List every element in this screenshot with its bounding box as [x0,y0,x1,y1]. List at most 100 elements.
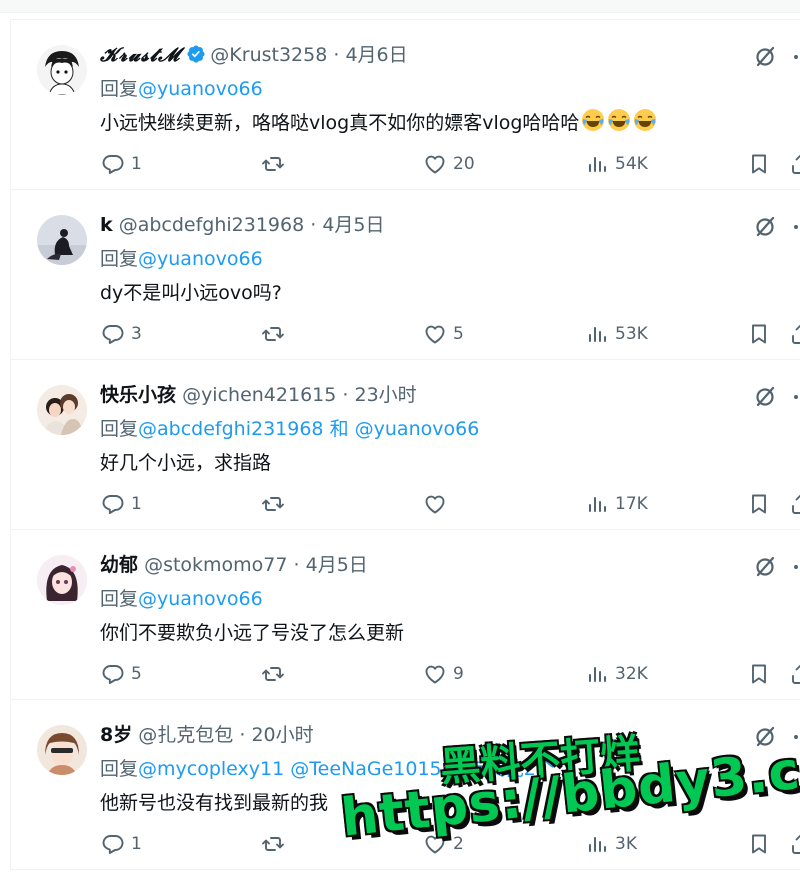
view-count: 54K [615,154,648,174]
share-icon [789,322,800,346]
retweet-button[interactable] [261,488,291,520]
reply-button[interactable]: 1 [101,488,142,520]
like-count: 9 [453,664,464,684]
grok-icon[interactable] [752,384,778,410]
mention-link[interactable]: @mycoplexy11 [138,758,284,780]
post-time[interactable]: 23小时 [354,384,416,406]
more-options-icon[interactable] [792,724,800,750]
avatar[interactable] [37,215,87,265]
grok-icon[interactable] [752,724,778,750]
bookmark-icon [747,492,771,516]
tears-of-joy-emoji-icon [581,108,605,143]
like-button[interactable]: 9 [423,658,464,690]
retweet-button[interactable] [261,828,291,860]
bookmark-button[interactable] [747,658,771,690]
mention-link[interactable]: @yuanovo66 [138,78,263,100]
more-options-icon[interactable] [792,214,800,240]
reply-button[interactable]: 5 [101,658,142,690]
views-button[interactable]: 32K [585,658,648,690]
display-name[interactable]: 幼郁 [100,554,138,576]
grok-icon[interactable] [752,44,778,70]
retweet-button[interactable] [261,318,291,350]
reply-prefix: 回复 [100,78,139,100]
post-text-line: dy不是叫小远ovo吗? [100,276,800,310]
share-button[interactable] [789,658,800,690]
share-button[interactable] [789,318,800,350]
display-name[interactable]: 快乐小孩 [100,384,176,406]
more-options-icon[interactable] [792,44,800,70]
user-handle[interactable]: @stokmomo77 [144,554,287,576]
separator-dot: · [333,44,340,66]
views-button[interactable]: 53K [585,318,648,350]
reply-button[interactable]: 1 [101,148,142,180]
post-actions: 1 17K [101,488,800,520]
reply-prefix: 回复 [100,418,139,440]
post-actions: 1 20 54K [101,148,800,180]
more-options-icon[interactable] [792,384,800,410]
like-button[interactable]: 20 [423,148,475,180]
post-header: 𝓚𝓻𝓾𝓼𝓽𝓜 @Krust3258 · 4月6日 [100,38,800,72]
reply-post[interactable]: 快乐小孩 @yichen421615 · 23小时 回复@abcdefghi231… [11,360,800,530]
reply-post[interactable]: 𝓚𝓻𝓾𝓼𝓽𝓜 @Krust3258 · 4月6日回复@yuanovo66 小远快继续… [11,20,800,190]
user-handle[interactable]: @abcdefghi231968 [119,214,305,236]
post-content: 幼郁 @stokmomo77 · 4月5日 回复@yuanovo66 你们不要欺负小… [100,548,800,650]
reply-post[interactable]: k @abcdefghi231968 · 4月5日 回复@yuanovo66 dy不… [11,190,800,360]
like-button[interactable]: 2 [423,828,464,860]
views-button[interactable]: 17K [585,488,648,520]
avatar[interactable] [37,725,87,775]
avatar[interactable] [37,555,87,605]
post-time[interactable]: 20小时 [251,724,313,746]
mention-link[interactable]: @yuanovo66 [138,248,263,270]
reply-button[interactable]: 1 [101,828,142,860]
post-text: 小远快继续更新，咯咯哒vlog真不如你的嫖客vlog哈哈哈 [100,112,580,134]
post-content: 𝓚𝓻𝓾𝓼𝓽𝓜 @Krust3258 · 4月6日回复@yuanovo66 小远快继续… [100,38,800,140]
reply-count: 1 [131,834,142,854]
reply-count: 3 [131,324,142,344]
mention-link[interactable]: @abcdefghi231968 [138,418,324,440]
avatar[interactable] [37,45,87,95]
views-button[interactable]: 3K [585,828,637,860]
user-handle[interactable]: @yichen421615 [182,384,336,406]
post-time[interactable]: 4月5日 [306,554,368,576]
post-text-line: 小远快继续更新，咯咯哒vlog真不如你的嫖客vlog哈哈哈 [100,106,800,140]
grok-icon[interactable] [752,214,778,240]
reply-post[interactable]: 8岁 @扎克包包 · 20小时 回复@mycoplexy11 @TeeNaGe10… [11,700,800,870]
retweet-icon [261,322,285,346]
mention-connector[interactable]: 还有其他2个 [448,758,555,780]
like-button[interactable] [423,488,453,520]
bookmark-button[interactable] [747,828,771,860]
like-count: 5 [453,324,464,344]
display-name[interactable]: 8岁 [100,724,132,746]
mention-link[interactable]: @yuanovo66 [355,418,480,440]
post-time[interactable]: 4月5日 [322,214,384,236]
more-options-icon[interactable] [792,554,800,580]
retweet-icon [261,662,285,686]
view-count: 32K [615,664,648,684]
share-button[interactable] [789,148,800,180]
like-button[interactable]: 5 [423,318,464,350]
share-icon [789,662,800,686]
mention-link[interactable]: @TeeNaGe1015 [290,758,441,780]
user-handle[interactable]: @Krust3258 [210,44,327,66]
post-text-line: 好几个小远，求指路 [100,446,800,480]
bookmark-button[interactable] [747,318,771,350]
display-name[interactable]: 𝓚𝓻𝓾𝓼𝓽𝓜 [100,44,180,66]
views-button[interactable]: 54K [585,148,648,180]
replying-to: 回复@yuanovo66 [100,72,800,106]
reply-button[interactable]: 3 [101,318,142,350]
retweet-button[interactable] [261,148,291,180]
separator-dot: · [239,724,246,746]
grok-icon[interactable] [752,554,778,580]
post-time[interactable]: 4月6日 [345,44,407,66]
reply-post[interactable]: 幼郁 @stokmomo77 · 4月5日 回复@yuanovo66 你们不要欺负小… [11,530,800,700]
mention-link[interactable]: @yuanovo66 [138,588,263,610]
bookmark-button[interactable] [747,488,771,520]
avatar[interactable] [37,385,87,435]
retweet-button[interactable] [261,658,291,690]
share-button[interactable] [789,488,800,520]
share-button[interactable] [789,828,800,860]
display-name[interactable]: k [100,214,113,236]
bookmark-button[interactable] [747,148,771,180]
user-handle[interactable]: @扎克包包 [138,724,233,746]
retweet-icon [261,832,285,856]
